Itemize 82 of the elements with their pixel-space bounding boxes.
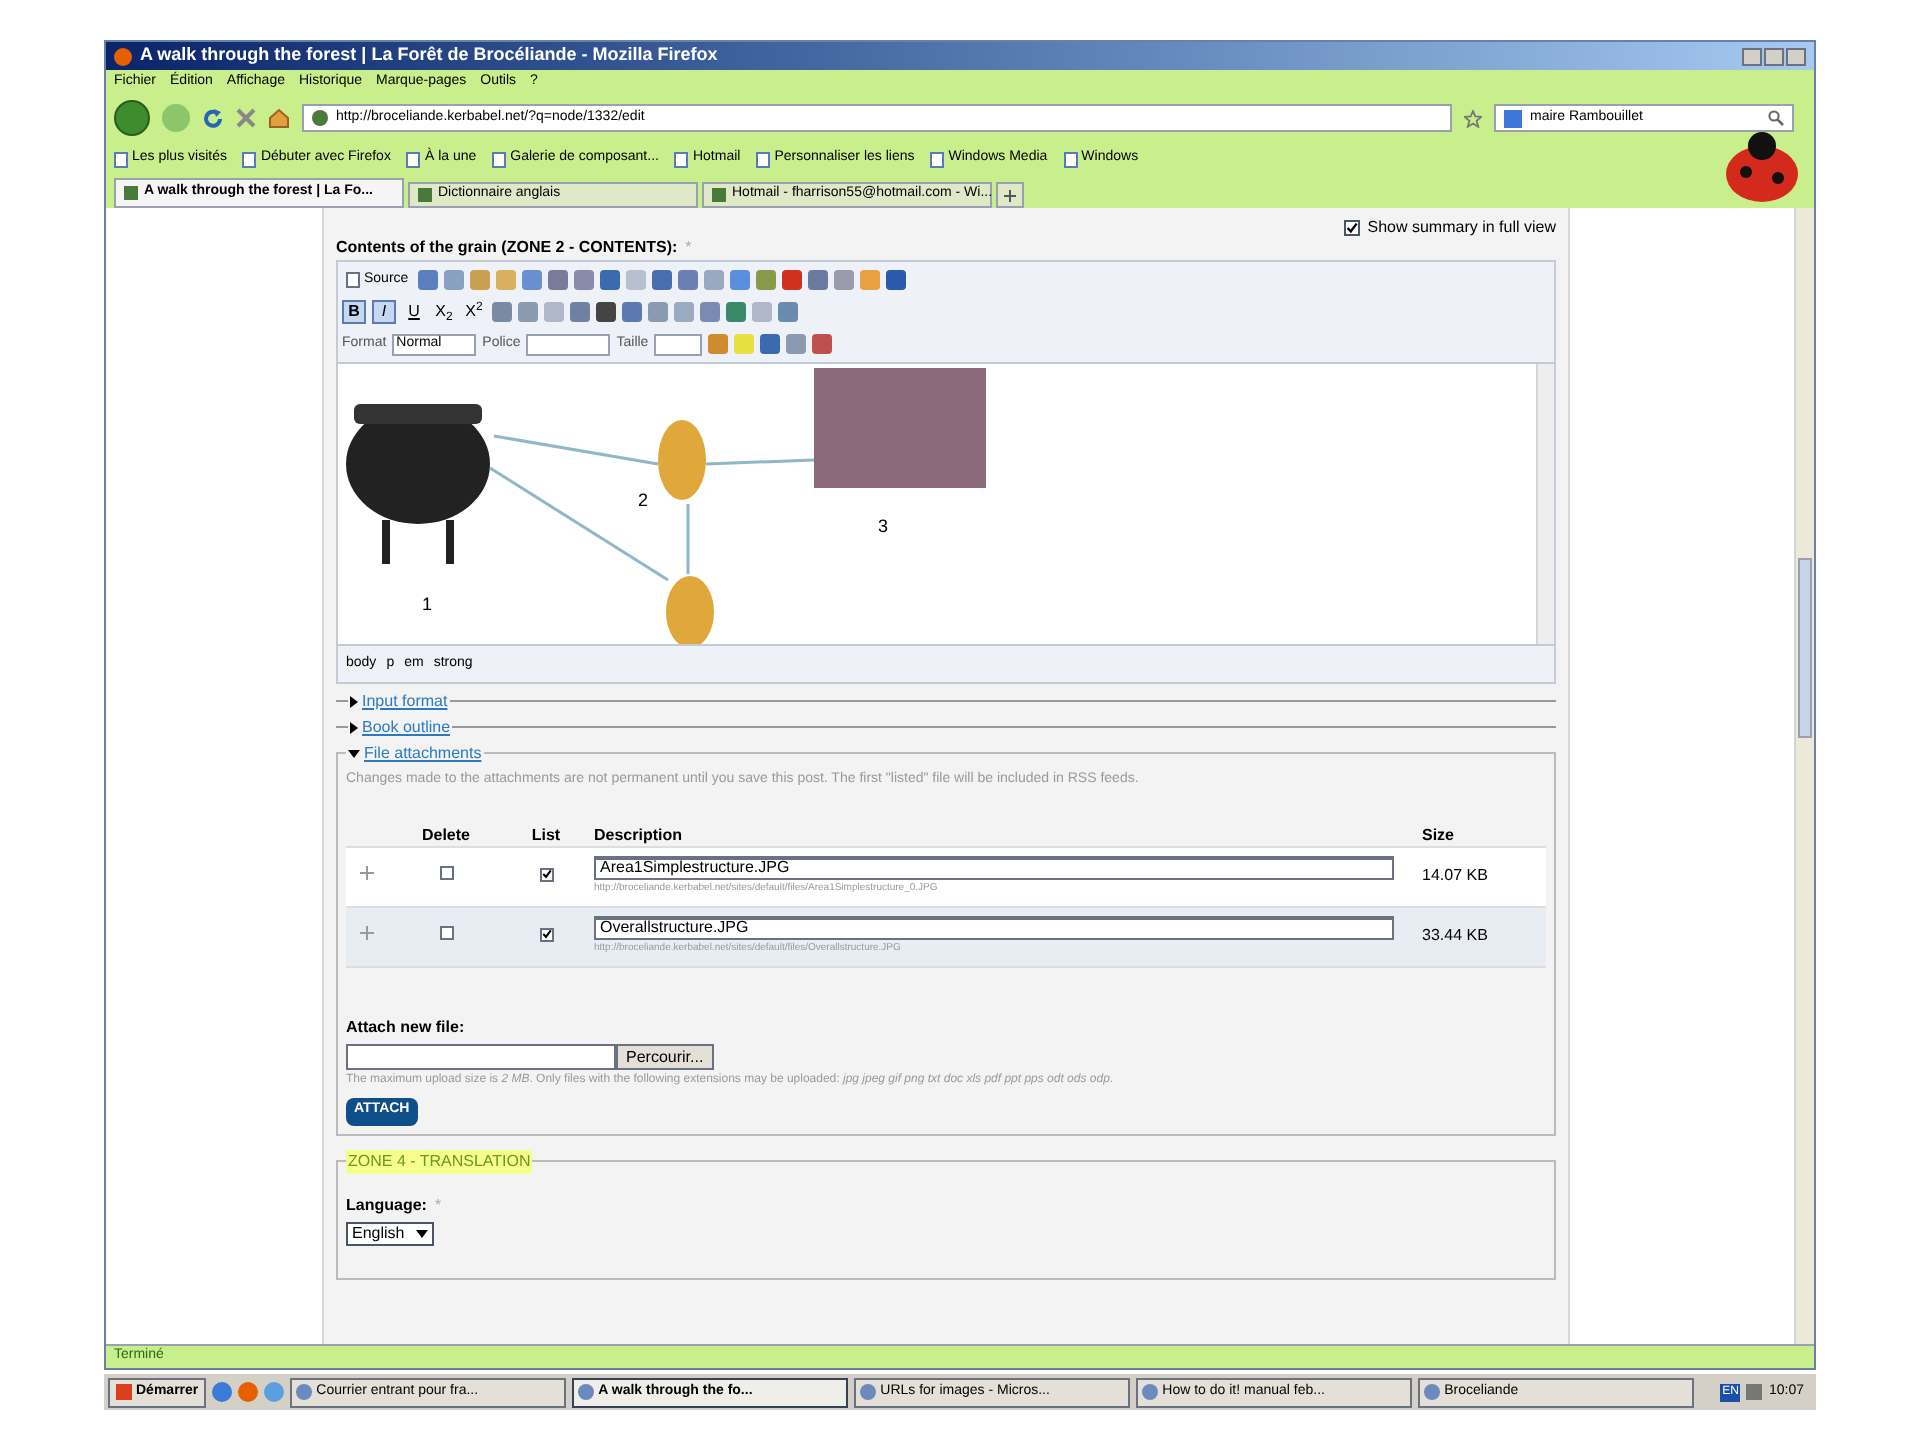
scrollbar[interactable] <box>1794 208 1814 1344</box>
field-label: Attach new file: <box>346 1015 467 1039</box>
figure-label: 1 <box>422 592 433 618</box>
file-size: 33.44 KB <box>1422 926 1488 944</box>
description-field[interactable]: Area1Simplestructure.JPG <box>594 855 1394 880</box>
page-icon <box>114 151 128 167</box>
column-header: List <box>531 825 561 843</box>
format-button[interactable]: U <box>402 300 426 324</box>
windows-logo-icon <box>116 1384 132 1400</box>
required-mark: * <box>685 236 692 260</box>
ie-icon[interactable] <box>264 1382 285 1402</box>
app-icon <box>1142 1384 1159 1400</box>
site-icon <box>312 110 328 126</box>
required-mark: * <box>434 1193 442 1217</box>
star-icon[interactable] <box>1464 109 1482 127</box>
minimize-button[interactable] <box>1742 47 1762 65</box>
site-icon <box>418 188 432 202</box>
page-icon <box>406 151 421 167</box>
ie-icon[interactable] <box>212 1382 233 1402</box>
browse-button[interactable]: Percourir... <box>616 1043 714 1069</box>
search-icon[interactable] <box>1768 110 1784 126</box>
connector-line <box>705 458 815 466</box>
tray-icon[interactable] <box>1746 1384 1763 1400</box>
field-label: Language: <box>346 1193 427 1217</box>
format-button[interactable]: X$_{2}$ <box>432 300 456 324</box>
kernel-drawing <box>658 420 706 500</box>
back-button[interactable] <box>114 100 150 136</box>
size-select[interactable] <box>654 333 703 355</box>
language-select[interactable]: English <box>346 1221 434 1245</box>
scrollbar-thumb[interactable] <box>1798 558 1812 738</box>
column-header: Delete <box>421 825 470 843</box>
home-icon[interactable] <box>268 108 290 128</box>
format-button[interactable]: I <box>372 300 396 324</box>
firefox-icon[interactable] <box>238 1382 259 1402</box>
page-icon <box>1063 151 1078 167</box>
file-field[interactable] <box>346 1043 616 1069</box>
ladybug-drawing <box>1722 130 1802 202</box>
drag-handle-icon[interactable] <box>359 926 373 940</box>
checkbox[interactable] <box>439 926 453 940</box>
app-icon <box>578 1384 595 1400</box>
app-icon <box>296 1384 313 1400</box>
font-select[interactable] <box>526 333 611 355</box>
column-header: Description <box>594 825 683 843</box>
app-icon <box>1424 1384 1441 1400</box>
drag-handle-icon[interactable] <box>359 866 373 880</box>
stop-icon[interactable] <box>236 108 256 128</box>
maximize-button[interactable] <box>1764 47 1784 65</box>
page-icon <box>492 151 507 167</box>
file-size: 14.07 KB <box>1422 866 1488 884</box>
close-button[interactable] <box>1786 47 1806 65</box>
description-field[interactable]: Overallstructure.JPG <box>594 915 1394 940</box>
window-title: A walk through the forest | La Forêt de Brocéliande - Mozilla Firefox <box>140 42 718 69</box>
dropdown-arrow-icon <box>416 1229 428 1237</box>
field-label: Contents of the grain (ZONE 2 - CONTENTS): <box>336 236 678 260</box>
app-icon <box>860 1384 877 1400</box>
page-icon <box>756 151 771 167</box>
format-button[interactable]: B <box>342 300 366 324</box>
figure-label: 3 <box>878 514 889 540</box>
scrollbar[interactable] <box>1536 364 1554 644</box>
page-icon <box>930 151 945 167</box>
reload-icon[interactable] <box>202 107 224 129</box>
connector-line <box>686 504 690 574</box>
checkbox[interactable] <box>539 867 553 881</box>
page-icon <box>242 151 257 167</box>
checkbox[interactable] <box>1343 220 1360 236</box>
search-engine-icon <box>1504 109 1522 127</box>
forward-button[interactable] <box>162 104 190 132</box>
firefox-icon <box>114 47 132 65</box>
page-icon <box>674 151 689 167</box>
column-header: Size <box>1422 825 1455 843</box>
format-button[interactable]: X$^{2}$ <box>462 300 486 324</box>
site-icon <box>124 186 138 200</box>
checkbox[interactable] <box>439 866 453 880</box>
site-icon <box>712 188 726 202</box>
fieldset-legend: ZONE 4 - TRANSLATION <box>346 1149 533 1173</box>
plus-icon <box>1004 189 1016 201</box>
checkbox[interactable] <box>539 927 553 941</box>
page-icon <box>346 272 360 288</box>
figure-label: 2 <box>638 488 649 514</box>
checkbox-label: Show summary in full view <box>1367 216 1556 240</box>
new-tab-button[interactable] <box>996 182 1024 208</box>
kernel-drawing <box>666 576 714 644</box>
